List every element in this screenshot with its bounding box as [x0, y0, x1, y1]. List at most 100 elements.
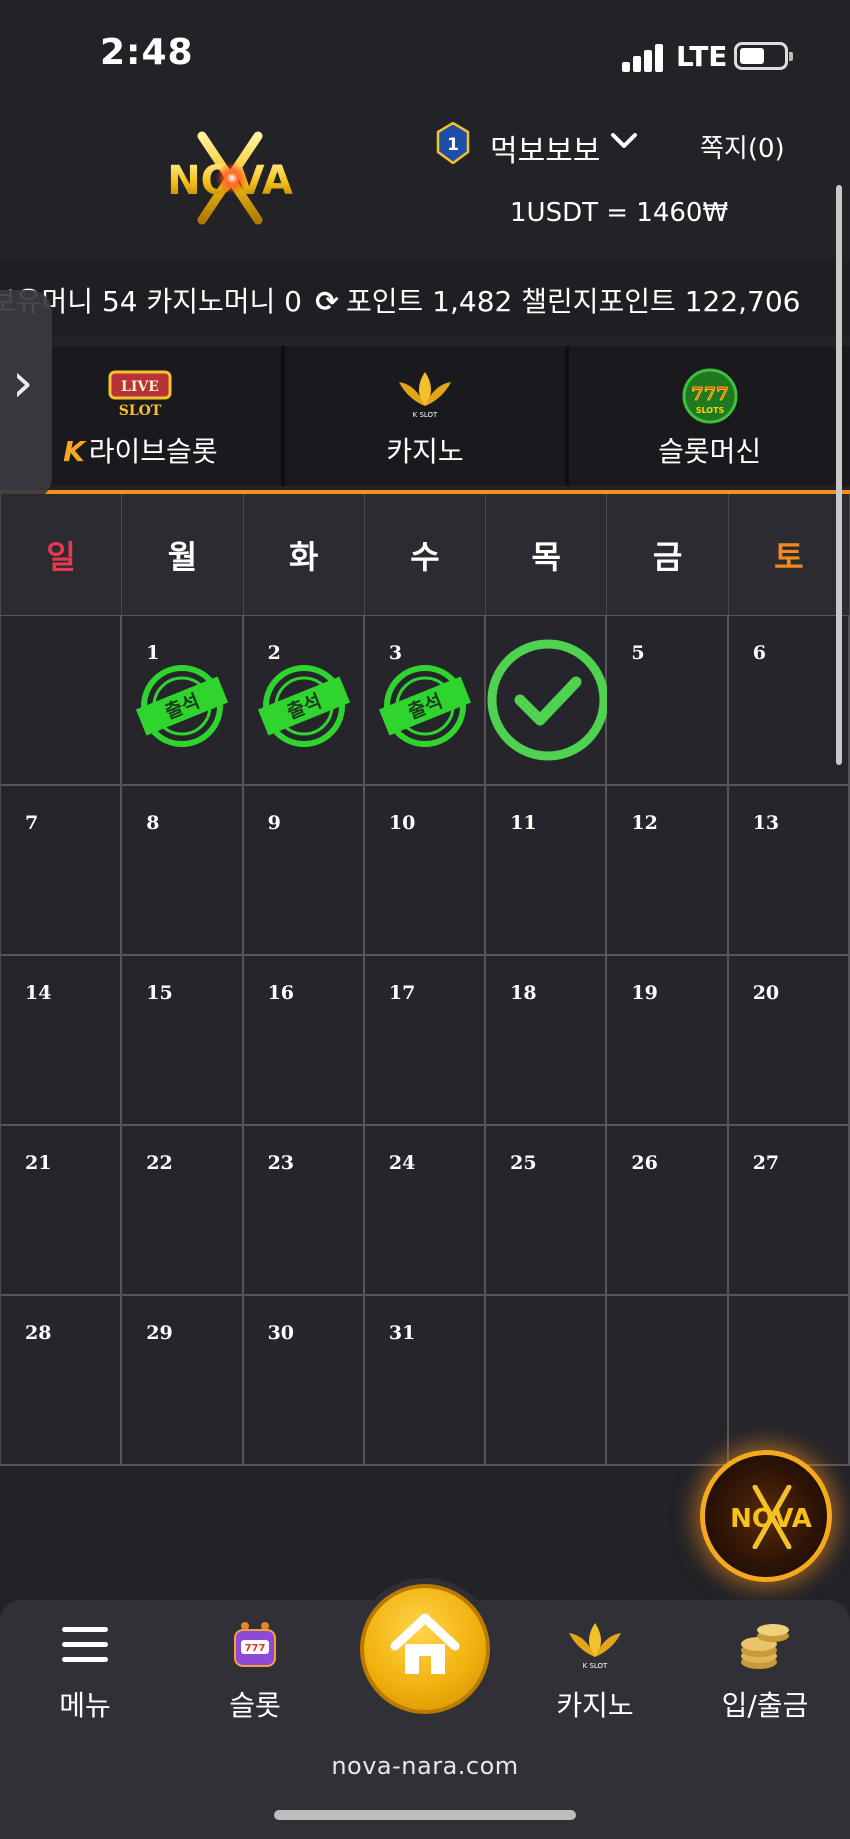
- tab-label-live-slot: 라이브슬롯: [88, 435, 218, 468]
- calendar-day-number: 21: [25, 1152, 52, 1174]
- nav-slot[interactable]: 777 슬롯: [180, 1618, 330, 1724]
- weekday-thu: 목: [486, 494, 608, 616]
- home-button[interactable]: [360, 1584, 490, 1714]
- nav-deposit-withdraw[interactable]: 입/출금: [690, 1618, 840, 1724]
- calendar-day-cell[interactable]: 24: [364, 1126, 487, 1296]
- calendar-day-cell[interactable]: 14: [1, 956, 123, 1126]
- category-tabs: LIVE SLOT K 라이브슬롯 K SLOT 카지노 777 SLOTS 슬롯…: [0, 346, 850, 486]
- side-drawer-toggle[interactable]: ›: [0, 290, 52, 500]
- calendar-day-cell[interactable]: 20: [728, 956, 850, 1126]
- nova-floating-button[interactable]: NOVA: [700, 1450, 832, 1582]
- calendar-day-number: 13: [752, 812, 780, 834]
- calendar-day-cell[interactable]: 9: [243, 786, 365, 956]
- calendar-week-row: 7 8 9 10 11 12 13: [1, 786, 850, 956]
- svg-text:777: 777: [691, 384, 729, 405]
- calendar-day-number: 29: [146, 1322, 173, 1344]
- calendar-day-cell[interactable]: 6: [728, 616, 850, 786]
- calendar-day-cell[interactable]: 21: [1, 1126, 123, 1296]
- calendar-day-number: 9: [267, 812, 281, 834]
- nav-label-deposit-withdraw: 입/출금: [721, 1689, 809, 1722]
- casino-lotus-icon: K SLOT: [520, 1618, 670, 1672]
- calendar-day-number: 30: [267, 1322, 295, 1344]
- calendar-day-cell: [1, 616, 123, 786]
- status-time: 2:48: [100, 32, 194, 73]
- calendar-day-number: 27: [752, 1152, 780, 1174]
- calendar-week-row: 14 15 16 17 18 19 20: [1, 956, 850, 1126]
- attendance-stamp-icon: 출석: [257, 660, 350, 752]
- status-bar: 2:48 LTE: [0, 0, 850, 100]
- weekday-tue: 화: [243, 494, 365, 616]
- calendar-day-cell[interactable]: 1 출석: [122, 616, 244, 786]
- weekday-fri: 금: [607, 494, 729, 616]
- svg-text:LIVE: LIVE: [121, 379, 159, 395]
- calendar-day-cell[interactable]: 11: [486, 786, 608, 956]
- calendar-week-row: 21 22 23 24 25 26 27: [1, 1126, 850, 1296]
- tab-label-slot-machine: 슬롯머신: [658, 435, 762, 468]
- k-mark: K: [63, 435, 85, 468]
- live-slot-icon: LIVE SLOT: [108, 368, 172, 424]
- calendar-day-cell[interactable]: 25: [486, 1126, 608, 1296]
- calendar-day-cell[interactable]: 4: [486, 616, 610, 786]
- calendar-day-number: 5: [631, 642, 645, 664]
- tab-label-casino: 카지노: [386, 435, 464, 468]
- tab-slot-machine[interactable]: 777 SLOTS 슬롯머신: [569, 346, 850, 486]
- messages-link[interactable]: 쪽지(0): [700, 128, 785, 165]
- calendar-day-cell[interactable]: 10: [364, 786, 487, 956]
- attendance-stamp-icon: 출석: [378, 660, 471, 752]
- page-scrollbar[interactable]: [836, 185, 842, 765]
- calendar-day-number: 26: [631, 1152, 658, 1174]
- level-number: 1: [447, 135, 459, 155]
- weekday-mon: 월: [122, 494, 244, 616]
- calendar-day-cell[interactable]: 12: [607, 786, 729, 956]
- calendar-day-cell[interactable]: 7: [1, 786, 123, 956]
- calendar-day-cell[interactable]: 26: [607, 1126, 729, 1296]
- calendar-day-cell[interactable]: 5: [607, 616, 729, 786]
- calendar-day-cell[interactable]: 13: [728, 786, 850, 956]
- slot-machine-icon: 777: [180, 1618, 330, 1672]
- nova-logo[interactable]: NOVA: [140, 128, 320, 228]
- network-label: LTE: [676, 40, 728, 73]
- calendar-day-number: 23: [267, 1152, 295, 1174]
- calendar-day-cell[interactable]: 23: [243, 1126, 365, 1296]
- calendar-day-cell[interactable]: 27: [728, 1126, 850, 1296]
- calendar-day-number: 20: [752, 982, 780, 1004]
- attendance-calendar: 일 월 화 수 목 금 토 1출석2출석3출석45678910111213141…: [0, 494, 850, 1466]
- attendance-stamp-icon: 출석: [136, 660, 229, 752]
- calendar-day-cell[interactable]: 18: [486, 956, 608, 1126]
- refresh-icon[interactable]: ⟳: [312, 285, 342, 318]
- calendar-day-cell[interactable]: 29: [122, 1296, 244, 1466]
- calendar-day-cell[interactable]: 8: [122, 786, 244, 956]
- calendar-day-cell[interactable]: 22: [122, 1126, 244, 1296]
- calendar-day-cell[interactable]: 15: [122, 956, 244, 1126]
- nav-casino[interactable]: K SLOT 카지노: [520, 1618, 670, 1724]
- calendar-day-cell[interactable]: 2 출석: [243, 616, 365, 786]
- calendar-day-cell[interactable]: 3 출석: [364, 616, 487, 786]
- calendar-day-number: 18: [510, 982, 537, 1004]
- calendar-day-number: 11: [510, 812, 537, 834]
- battery-icon: [734, 42, 793, 70]
- calendar-day-cell[interactable]: 28: [1, 1296, 123, 1466]
- calendar-day-number: 10: [388, 812, 416, 834]
- tab-casino[interactable]: K SLOT 카지노: [284, 346, 566, 486]
- weekday-sun: 일: [1, 494, 123, 616]
- nav-label-casino: 카지노: [556, 1689, 634, 1722]
- calendar-week-row: 1출석2출석3출석45 6: [1, 616, 850, 786]
- casino-money: 카지노머니 0: [146, 285, 302, 318]
- home-icon: [390, 1613, 460, 1674]
- chevron-right-icon: ›: [12, 351, 34, 414]
- username[interactable]: 먹보보보: [490, 126, 600, 170]
- calendar-day-cell[interactable]: 19: [607, 956, 729, 1126]
- svg-text:SLOTS: SLOTS: [695, 406, 724, 415]
- calendar-day-cell[interactable]: 30: [243, 1296, 365, 1466]
- calendar-day-cell[interactable]: 17: [364, 956, 487, 1126]
- home-indicator: [274, 1810, 576, 1820]
- fab-logo-text: NOVA: [730, 1504, 812, 1534]
- nav-menu[interactable]: 메뉴: [10, 1618, 160, 1724]
- calendar-day-cell[interactable]: 16: [243, 956, 365, 1126]
- calendar-grid: 1출석2출석3출석4567891011121314151617181920212…: [1, 616, 850, 1466]
- calendar-day-cell[interactable]: 31: [364, 1296, 487, 1466]
- chevron-down-icon[interactable]: [610, 128, 638, 158]
- today-check-icon: [486, 638, 610, 762]
- site-header: NOVA 1 먹보보보 쪽지(0) 1USDT = 1460₩: [0, 100, 850, 255]
- calendar-day-number: 14: [25, 982, 52, 1004]
